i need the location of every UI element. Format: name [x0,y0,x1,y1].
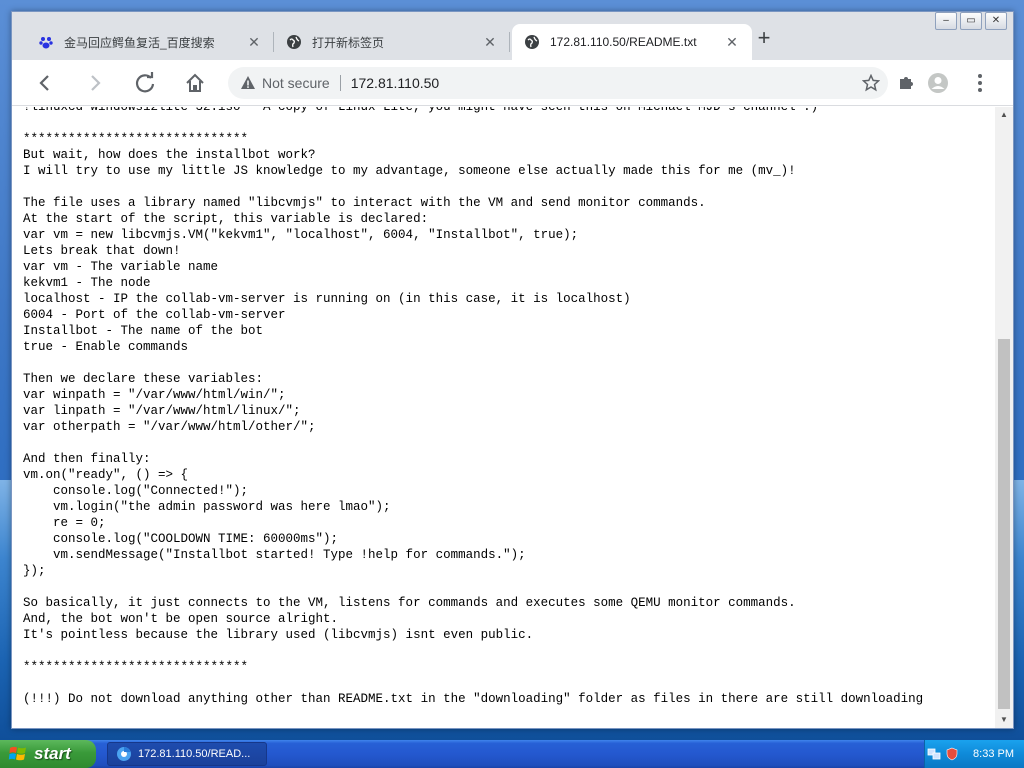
browser-window: 金马回应鳄鱼复活_百度搜索 ✕ 打开新标签页 ✕ 172.81.110.50/R… [11,11,1014,729]
home-icon [186,73,204,92]
tab-title: 打开新标签页 [312,35,385,50]
tab-baidu-search[interactable]: 金马回应鳄鱼复活_百度搜索 ✕ [26,24,274,60]
tab-strip: 金马回应鳄鱼复活_百度搜索 ✕ 打开新标签页 ✕ 172.81.110.50/R… [12,12,1013,60]
scroll-up-arrow-icon[interactable]: ▲ [995,107,1013,123]
star-icon [862,74,880,92]
readme-text: !linuxcd windows12lite-32.iso - A copy o… [23,107,924,706]
close-tab-icon[interactable]: ✕ [724,34,740,50]
scrollbar-thumb[interactable] [998,339,1010,709]
back-arrow-icon [39,75,49,91]
more-vertical-icon [978,74,982,92]
back-button[interactable] [30,68,60,98]
window-controls: – ▭ ✕ [935,12,1007,30]
tab-readme[interactable]: 172.81.110.50/README.txt ✕ [512,24,752,60]
taskbar: start 172.81.110.50/READ... 8:33 PM [0,740,1024,768]
close-tab-icon[interactable]: ✕ [482,34,498,50]
taskbar-item-label: 172.81.110.50/READ... [138,748,251,760]
forward-arrow-icon [91,75,101,91]
taskbar-item-browser[interactable]: 172.81.110.50/READ... [107,742,267,766]
network-icon[interactable] [927,747,941,761]
start-label: start [34,744,71,763]
profile-button[interactable] [923,68,953,98]
avatar-icon [928,73,948,93]
page-content: !linuxcd windows12lite-32.iso - A copy o… [12,107,995,728]
warning-triangle-icon[interactable] [240,75,256,91]
globe-icon [524,34,540,50]
windows-flag-icon [8,746,26,761]
close-window-button[interactable]: ✕ [985,12,1007,30]
new-tab-button[interactable]: + [752,27,776,51]
tab-title: 172.81.110.50/README.txt [550,35,697,49]
baidu-paw-icon [38,34,54,50]
security-status[interactable]: Not secure [262,75,330,91]
reload-button[interactable] [130,68,160,98]
start-button[interactable]: start [0,740,96,768]
minimize-button[interactable]: – [935,12,957,30]
vertical-scrollbar[interactable]: ▲ ▼ [995,107,1013,728]
system-tray: 8:33 PM [924,740,1024,768]
browser-menu-button[interactable] [965,68,995,98]
globe-icon [286,34,302,50]
scroll-down-arrow-icon[interactable]: ▼ [995,712,1013,728]
omnibox-divider [339,75,341,91]
home-button[interactable] [180,68,210,98]
tab-new-tab[interactable]: 打开新标签页 ✕ [274,24,510,60]
bookmark-star-button[interactable] [856,68,886,98]
forward-button[interactable] [80,68,110,98]
browser-toolbar: Not secure 172.81.110.50 [12,60,1013,106]
close-tab-icon[interactable]: ✕ [246,34,262,50]
reload-icon [135,72,155,93]
url-text[interactable]: 172.81.110.50 [351,75,856,91]
clock[interactable]: 8:33 PM [973,748,1014,760]
maximize-button[interactable]: ▭ [960,12,982,30]
extensions-button[interactable] [891,68,921,98]
security-shield-icon[interactable] [945,747,959,761]
tab-title: 金马回应鳄鱼复活_百度搜索 [64,35,215,50]
address-bar[interactable]: Not secure 172.81.110.50 [228,67,888,99]
browser-app-icon [117,747,131,761]
puzzle-piece-icon [900,77,913,89]
